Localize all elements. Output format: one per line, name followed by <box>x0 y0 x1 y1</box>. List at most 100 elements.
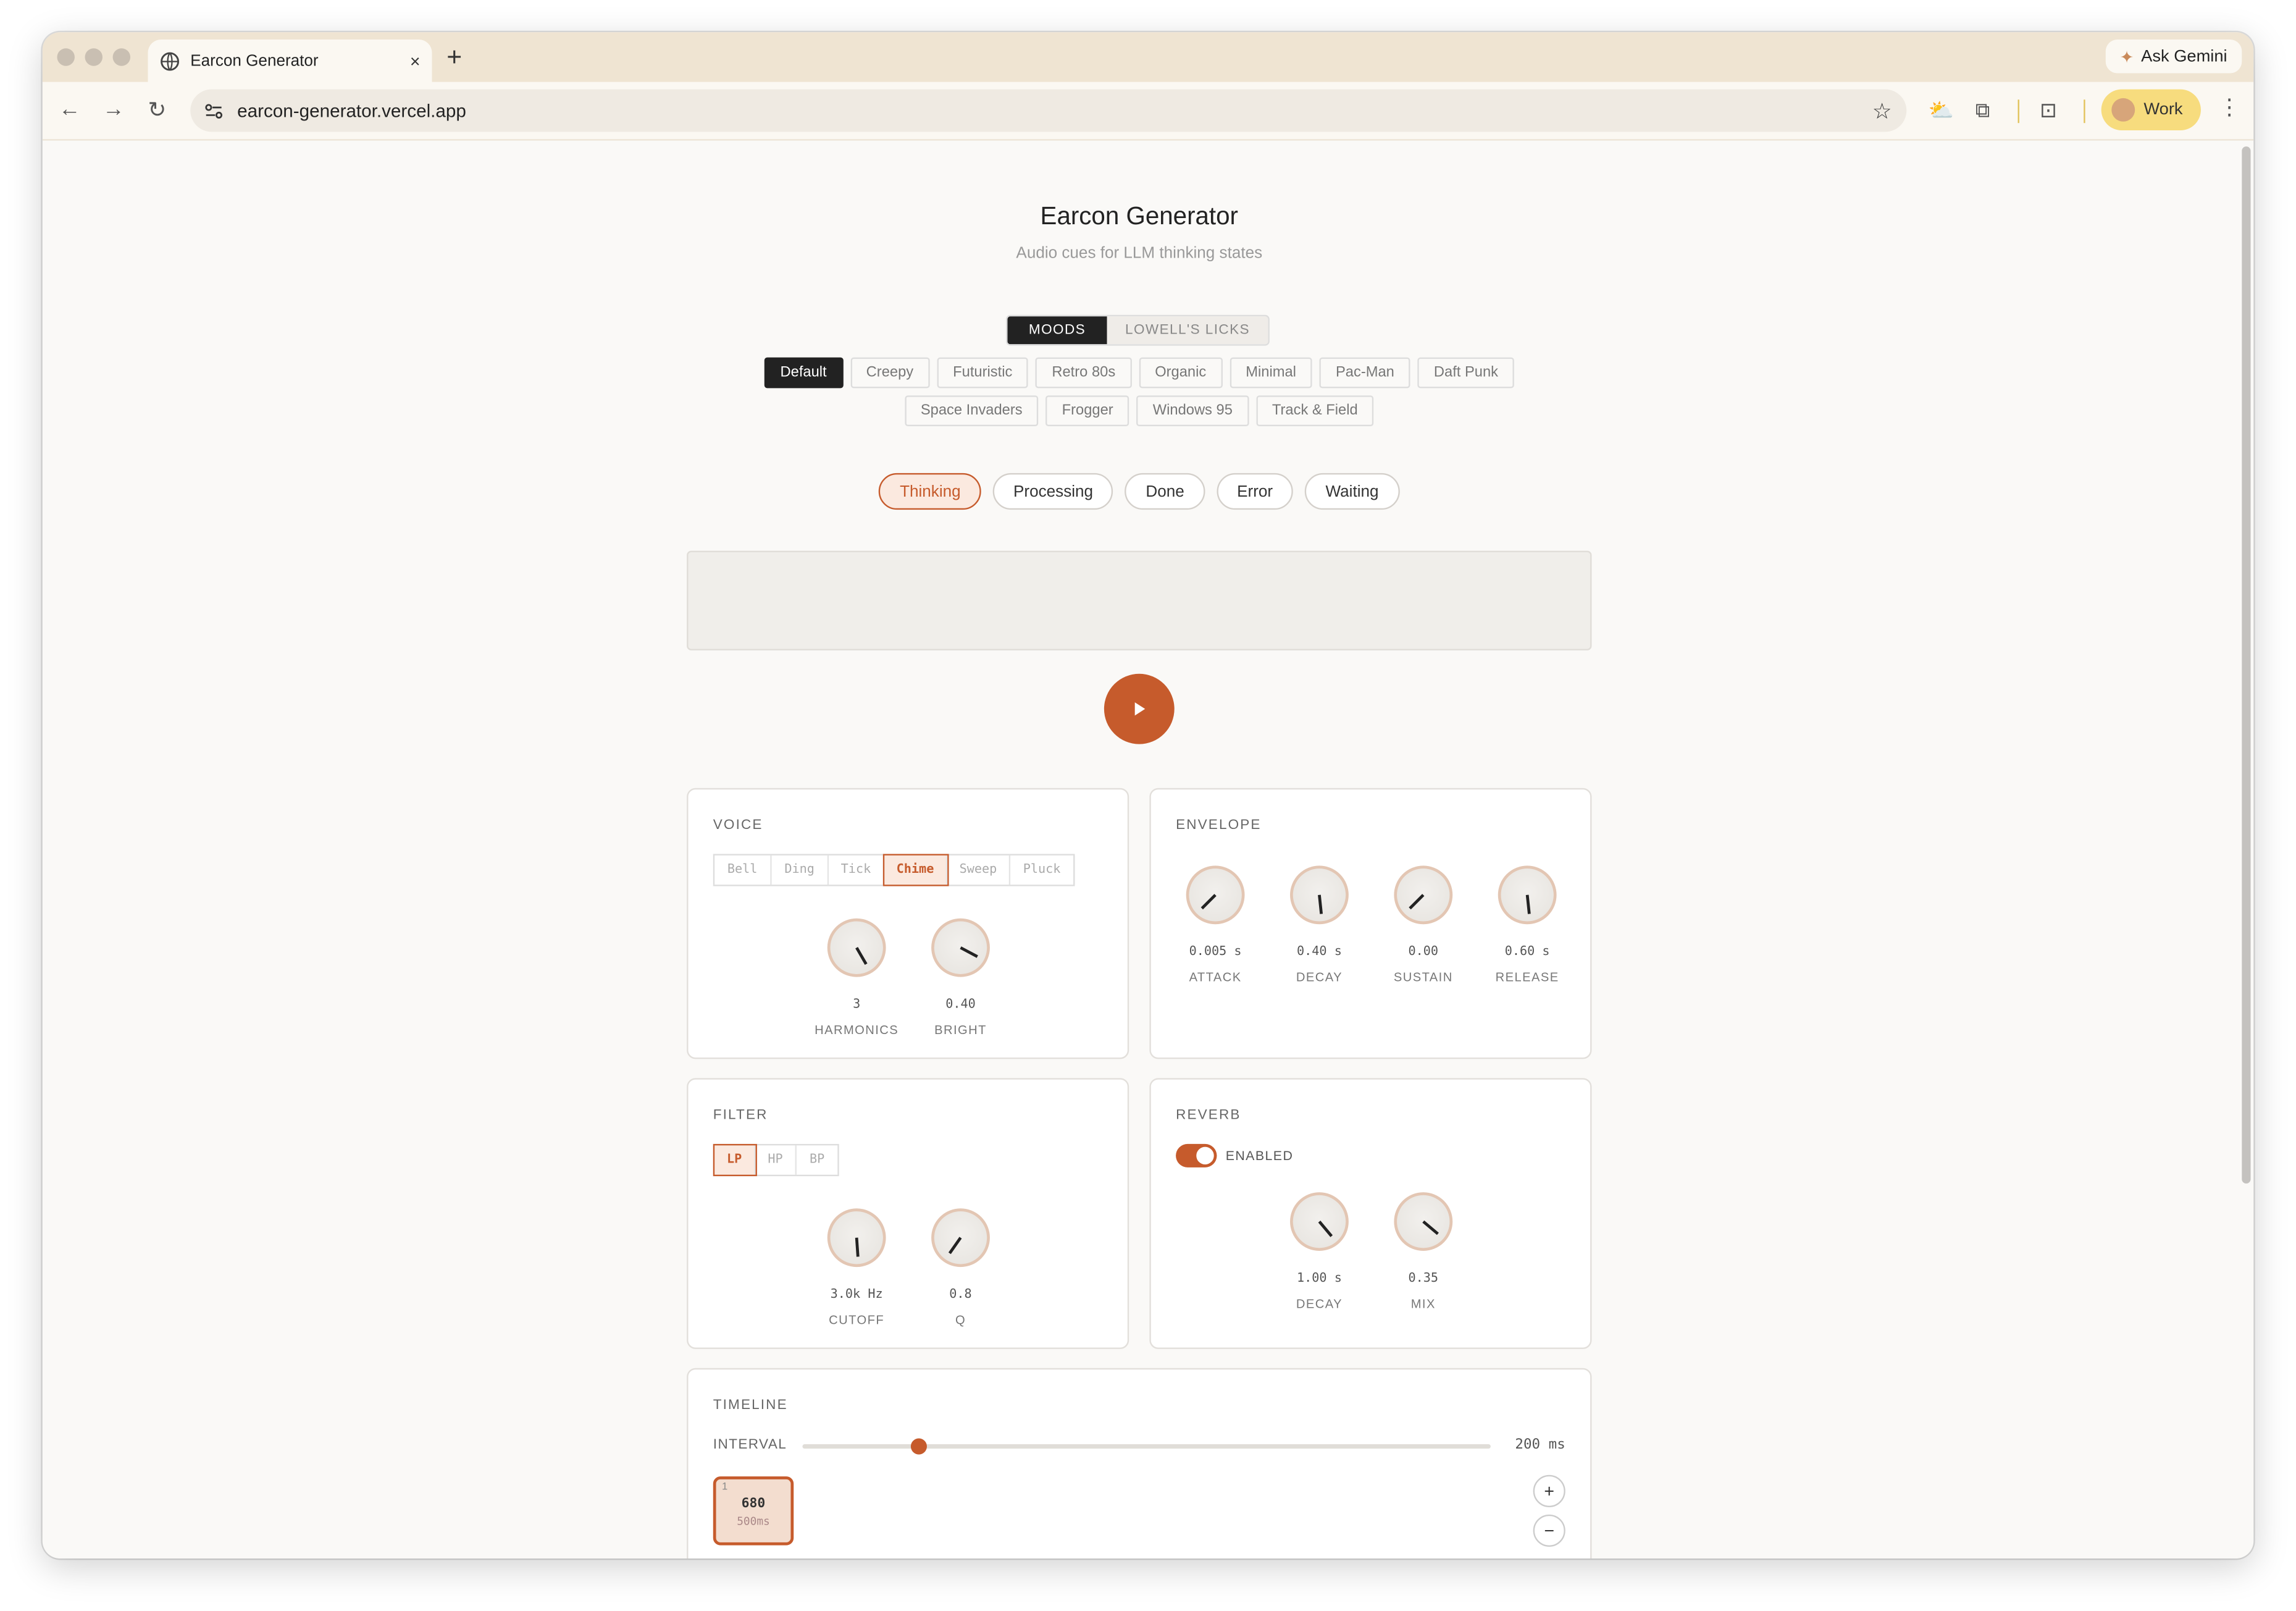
page-content: Earcon Generator Audio cues for LLM thin… <box>42 140 2254 1558</box>
close-tab-icon[interactable]: × <box>410 51 421 72</box>
back-arrow-icon[interactable]: ← <box>59 96 81 121</box>
mood-chip[interactable]: Organic <box>1139 357 1223 389</box>
reverb-decay-knob[interactable]: 1.00 s DECAY <box>1268 1192 1370 1311</box>
interval-slider[interactable] <box>802 1438 1491 1455</box>
envelope-heading: ENVELOPE <box>1176 817 1262 834</box>
release-knob[interactable]: 0.60 s RELEASE <box>1476 865 1578 984</box>
mood-chip[interactable]: Daft Punk <box>1417 357 1515 389</box>
mood-chip[interactable]: Default <box>764 357 843 389</box>
address-bar[interactable]: earcon-generator.vercel.app ☆ <box>190 89 1907 132</box>
mood-chip[interactable]: Retro 80s <box>1036 357 1132 389</box>
sustain-knob[interactable]: 0.00 SUSTAIN <box>1372 865 1475 984</box>
bright-label: BRIGHT <box>934 1022 987 1037</box>
cutoff-knob[interactable]: 3.0k Hz CUTOFF <box>805 1208 908 1327</box>
timeline-step[interactable]: 1 680 500ms <box>713 1476 794 1546</box>
reverb-enabled-label: ENABLED <box>1225 1148 1294 1163</box>
reverb-panel: REVERB ENABLED 1.00 s DECAY 0.35 MIX <box>1149 1078 1592 1349</box>
mood-chip[interactable]: Pac-Man <box>1319 357 1410 389</box>
interval-value: 200 ms <box>1515 1437 1565 1453</box>
menu-kebab-icon[interactable]: ⋮ <box>2218 94 2240 120</box>
sparkle-icon: ✦ <box>2119 49 2134 67</box>
mood-chips-row-2: Space Invaders Frogger Windows 95 Track … <box>43 395 2236 427</box>
url-text: earcon-generator.vercel.app <box>237 100 466 121</box>
toolbar-divider <box>2084 99 2085 124</box>
interval-slider-handle[interactable] <box>911 1438 928 1455</box>
new-tab-button[interactable]: + <box>446 43 462 74</box>
browser-tab[interactable]: Earcon Generator × <box>148 40 432 84</box>
decay-label: DECAY <box>1296 969 1343 985</box>
voice-option[interactable]: Bell <box>714 855 772 885</box>
step-duration: 500ms <box>737 1514 770 1528</box>
reverb-decay-value: 1.00 s <box>1297 1271 1342 1286</box>
voice-option[interactable]: Sweep <box>947 855 1011 885</box>
browser-window: Earcon Generator × + ✦ Ask Gemini ← → ↻ … <box>42 32 2254 1558</box>
harmonics-knob[interactable]: 3 HARMONICS <box>805 918 908 1037</box>
add-step-button[interactable]: + <box>1533 1474 1565 1507</box>
reload-icon[interactable]: ↻ <box>148 96 166 123</box>
state-pill-done[interactable]: Done <box>1125 473 1205 510</box>
cutoff-label: CUTOFF <box>829 1312 885 1327</box>
browser-toolbar: ← → ↻ earcon-generator.vercel.app ☆ ⛅ ⧉ … <box>42 82 2254 141</box>
filter-option[interactable]: LP <box>713 1143 757 1177</box>
decay-knob[interactable]: 0.40 s DECAY <box>1268 865 1370 984</box>
attack-value: 0.005 s <box>1189 944 1242 960</box>
mood-chip[interactable]: Frogger <box>1045 395 1129 427</box>
profile-label: Work <box>2143 101 2183 119</box>
filter-option[interactable]: HP <box>756 1145 797 1175</box>
ask-gemini-label: Ask Gemini <box>2141 48 2227 65</box>
forward-arrow-icon[interactable]: → <box>103 96 125 121</box>
tab-lowells-licks[interactable]: LOWELL'S LICKS <box>1107 316 1268 345</box>
reverb-mix-knob[interactable]: 0.35 MIX <box>1372 1192 1475 1311</box>
bright-knob[interactable]: 0.40 BRIGHT <box>910 918 1012 1037</box>
minimize-window-dot[interactable] <box>85 48 103 66</box>
tab-strip: Earcon Generator × + ✦ Ask Gemini <box>42 32 2254 84</box>
release-label: RELEASE <box>1495 969 1559 985</box>
globe-icon <box>161 52 179 71</box>
voice-option[interactable]: Pluck <box>1010 856 1073 885</box>
state-pill-processing[interactable]: Processing <box>992 473 1114 510</box>
attack-label: ATTACK <box>1189 969 1242 985</box>
attack-knob[interactable]: 0.005 s ATTACK <box>1164 865 1267 984</box>
extension-badge-icon[interactable]: ⛅ <box>1929 98 1954 123</box>
avatar <box>2111 98 2135 122</box>
mood-chip[interactable]: Creepy <box>850 357 930 389</box>
reverb-heading: REVERB <box>1176 1107 1241 1124</box>
harmonics-value: 3 <box>853 997 861 1012</box>
mood-chip[interactable]: Space Invaders <box>904 395 1039 427</box>
state-pill-waiting[interactable]: Waiting <box>1305 473 1399 510</box>
puzzle-extensions-icon[interactable]: ⧉ <box>1975 98 1990 123</box>
mood-chip[interactable]: Minimal <box>1230 357 1313 389</box>
bookmark-star-icon[interactable]: ☆ <box>1872 98 1892 124</box>
voice-option[interactable]: Ding <box>772 855 829 885</box>
site-settings-icon[interactable] <box>204 100 224 120</box>
remove-step-button[interactable]: − <box>1533 1514 1565 1547</box>
voice-selector: Bell Ding Tick Chime Sweep Pluck <box>713 854 1075 886</box>
release-value: 0.60 s <box>1504 944 1550 960</box>
tab-moods[interactable]: MOODS <box>1007 316 1107 345</box>
close-window-dot[interactable] <box>57 48 75 66</box>
filter-type-selector: LP HP BP <box>713 1143 839 1177</box>
step-index: 1 <box>722 1482 728 1493</box>
voice-panel: VOICE Bell Ding Tick Chime Sweep Pluck 3… <box>687 788 1129 1059</box>
voice-option[interactable]: Tick <box>829 855 885 885</box>
waveform-display <box>687 550 1592 650</box>
reverb-enabled-toggle[interactable] <box>1176 1143 1217 1167</box>
profile-button[interactable]: Work <box>2101 89 2201 131</box>
ask-gemini-button[interactable]: ✦ Ask Gemini <box>2105 40 2242 74</box>
q-label: Q <box>955 1312 966 1327</box>
filter-heading: FILTER <box>713 1107 768 1124</box>
filter-option[interactable]: BP <box>797 1145 837 1174</box>
mood-chip[interactable]: Track & Field <box>1255 395 1374 427</box>
voice-option[interactable]: Chime <box>882 854 949 886</box>
vertical-scrollbar[interactable] <box>2242 146 2251 1184</box>
zoom-window-dot[interactable] <box>112 48 131 66</box>
mode-tabs: MOODS LOWELL'S LICKS <box>1006 314 1270 346</box>
tab-search-icon[interactable]: ⊡ <box>2040 98 2057 123</box>
mood-chip[interactable]: Futuristic <box>937 357 1029 389</box>
q-knob[interactable]: 0.8 Q <box>910 1208 1012 1327</box>
state-pill-error[interactable]: Error <box>1216 473 1294 510</box>
timeline-panel: TIMELINE INTERVAL 200 ms 1 680 500ms + − <box>687 1368 1592 1558</box>
play-button[interactable] <box>1104 673 1175 744</box>
mood-chip[interactable]: Windows 95 <box>1136 395 1249 427</box>
state-pill-thinking[interactable]: Thinking <box>879 473 981 510</box>
